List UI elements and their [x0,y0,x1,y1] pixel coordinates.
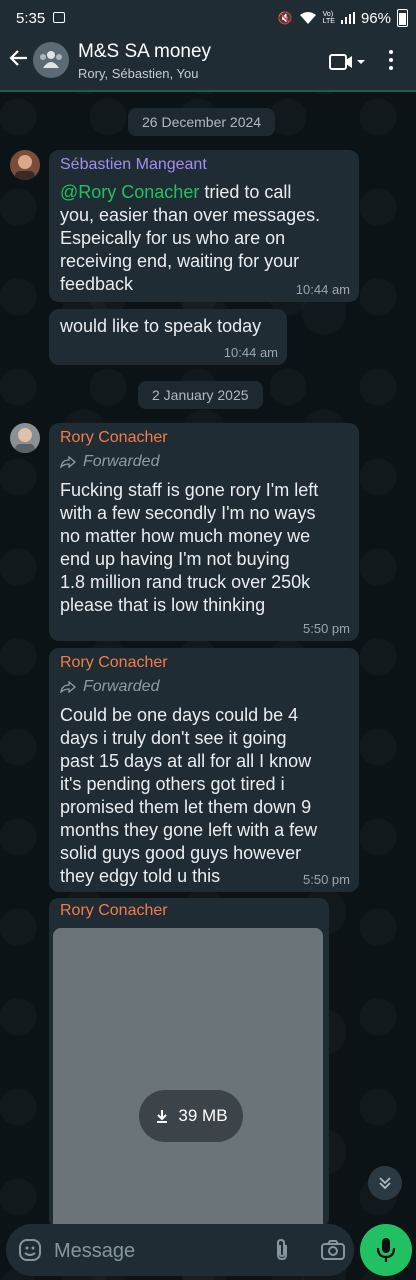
emoji-icon[interactable] [18,1238,42,1262]
avatar-sebastien[interactable] [10,150,40,180]
media-thumbnail[interactable]: 39 MB [53,928,323,1228]
avatar-rory[interactable] [10,423,40,453]
date-separator: 2 January 2025 [138,381,263,409]
gallery-notification-icon [53,12,65,23]
date-separator: 26 December 2024 [128,108,276,136]
group-avatar-icon [40,51,62,68]
forwarded-label: Forwarded [83,678,160,695]
download-icon [157,1110,168,1123]
message-composer [6,1224,354,1278]
volte-icon: Vo) LTE [322,11,335,25]
message-time: 5:50 pm [303,872,350,887]
wifi-icon [299,12,316,24]
message-text: Fucking staff is gone rory I'm left with… [60,480,319,615]
sender-name[interactable]: Rory Conacher [60,654,168,672]
signal-icon [340,12,355,24]
more-options-icon[interactable] [384,46,398,74]
forwarded-icon [60,456,76,468]
status-time: 5:35 [16,10,46,27]
sender-name[interactable]: Sébastien Mangeant [60,156,207,174]
scroll-to-bottom-button[interactable] [368,1166,402,1200]
message-bubble[interactable]: Sébastien Mangeant @Rory Conacher tried … [49,150,359,302]
file-size: 39 MB [178,1106,228,1125]
attach-icon[interactable] [272,1238,292,1262]
download-button[interactable]: 39 MB [139,1090,243,1142]
battery-percent: 96% [360,9,391,27]
camera-icon[interactable] [320,1238,346,1262]
message-bubble[interactable]: Rory Conacher Forwarded Fucking staff is… [49,423,359,641]
battery-icon [397,9,408,27]
message-bubble[interactable]: would like to speak today 10:44 am [49,309,287,365]
message-bubble[interactable]: Rory Conacher Forwarded Could be one day… [49,648,359,892]
chevron-down-icon [379,1177,391,1190]
video-call-icon [329,54,365,70]
message-text: would like to speak today [60,316,262,336]
message-time: 5:50 pm [303,621,350,636]
media-message-bubble[interactable]: Rory Conacher 39 MB [49,898,329,1228]
message-text: Could be one days could be 4 days i trul… [60,705,318,886]
status-bar: 5:35 🔇 Vo) LTE 96% [0,0,416,36]
back-arrow-icon[interactable] [6,48,32,74]
video-call-button[interactable] [326,50,366,74]
mic-icon [376,1238,396,1262]
message-input[interactable] [52,1224,266,1278]
mute-icon: 🔇 [277,11,293,25]
forwarded-label: Forwarded [83,453,160,470]
mention-link[interactable]: @Rory Conacher [60,182,199,202]
mic-button[interactable] [360,1224,412,1276]
sender-name[interactable]: Rory Conacher [60,902,168,920]
group-avatar[interactable] [33,42,69,78]
message-time: 10:44 am [295,282,350,297]
message-time: 10:44 am [223,345,278,360]
sender-name[interactable]: Rory Conacher [60,429,168,447]
chat-header: M&S SA money Rory, Sébastien, You [0,36,416,92]
chat-participants[interactable]: Rory, Sébastien, You [78,66,198,81]
message-text: @Rory Conacher tried to call you, easier… [60,182,321,294]
chat-title[interactable]: M&S SA money [78,41,211,63]
forwarded-icon [60,681,76,693]
